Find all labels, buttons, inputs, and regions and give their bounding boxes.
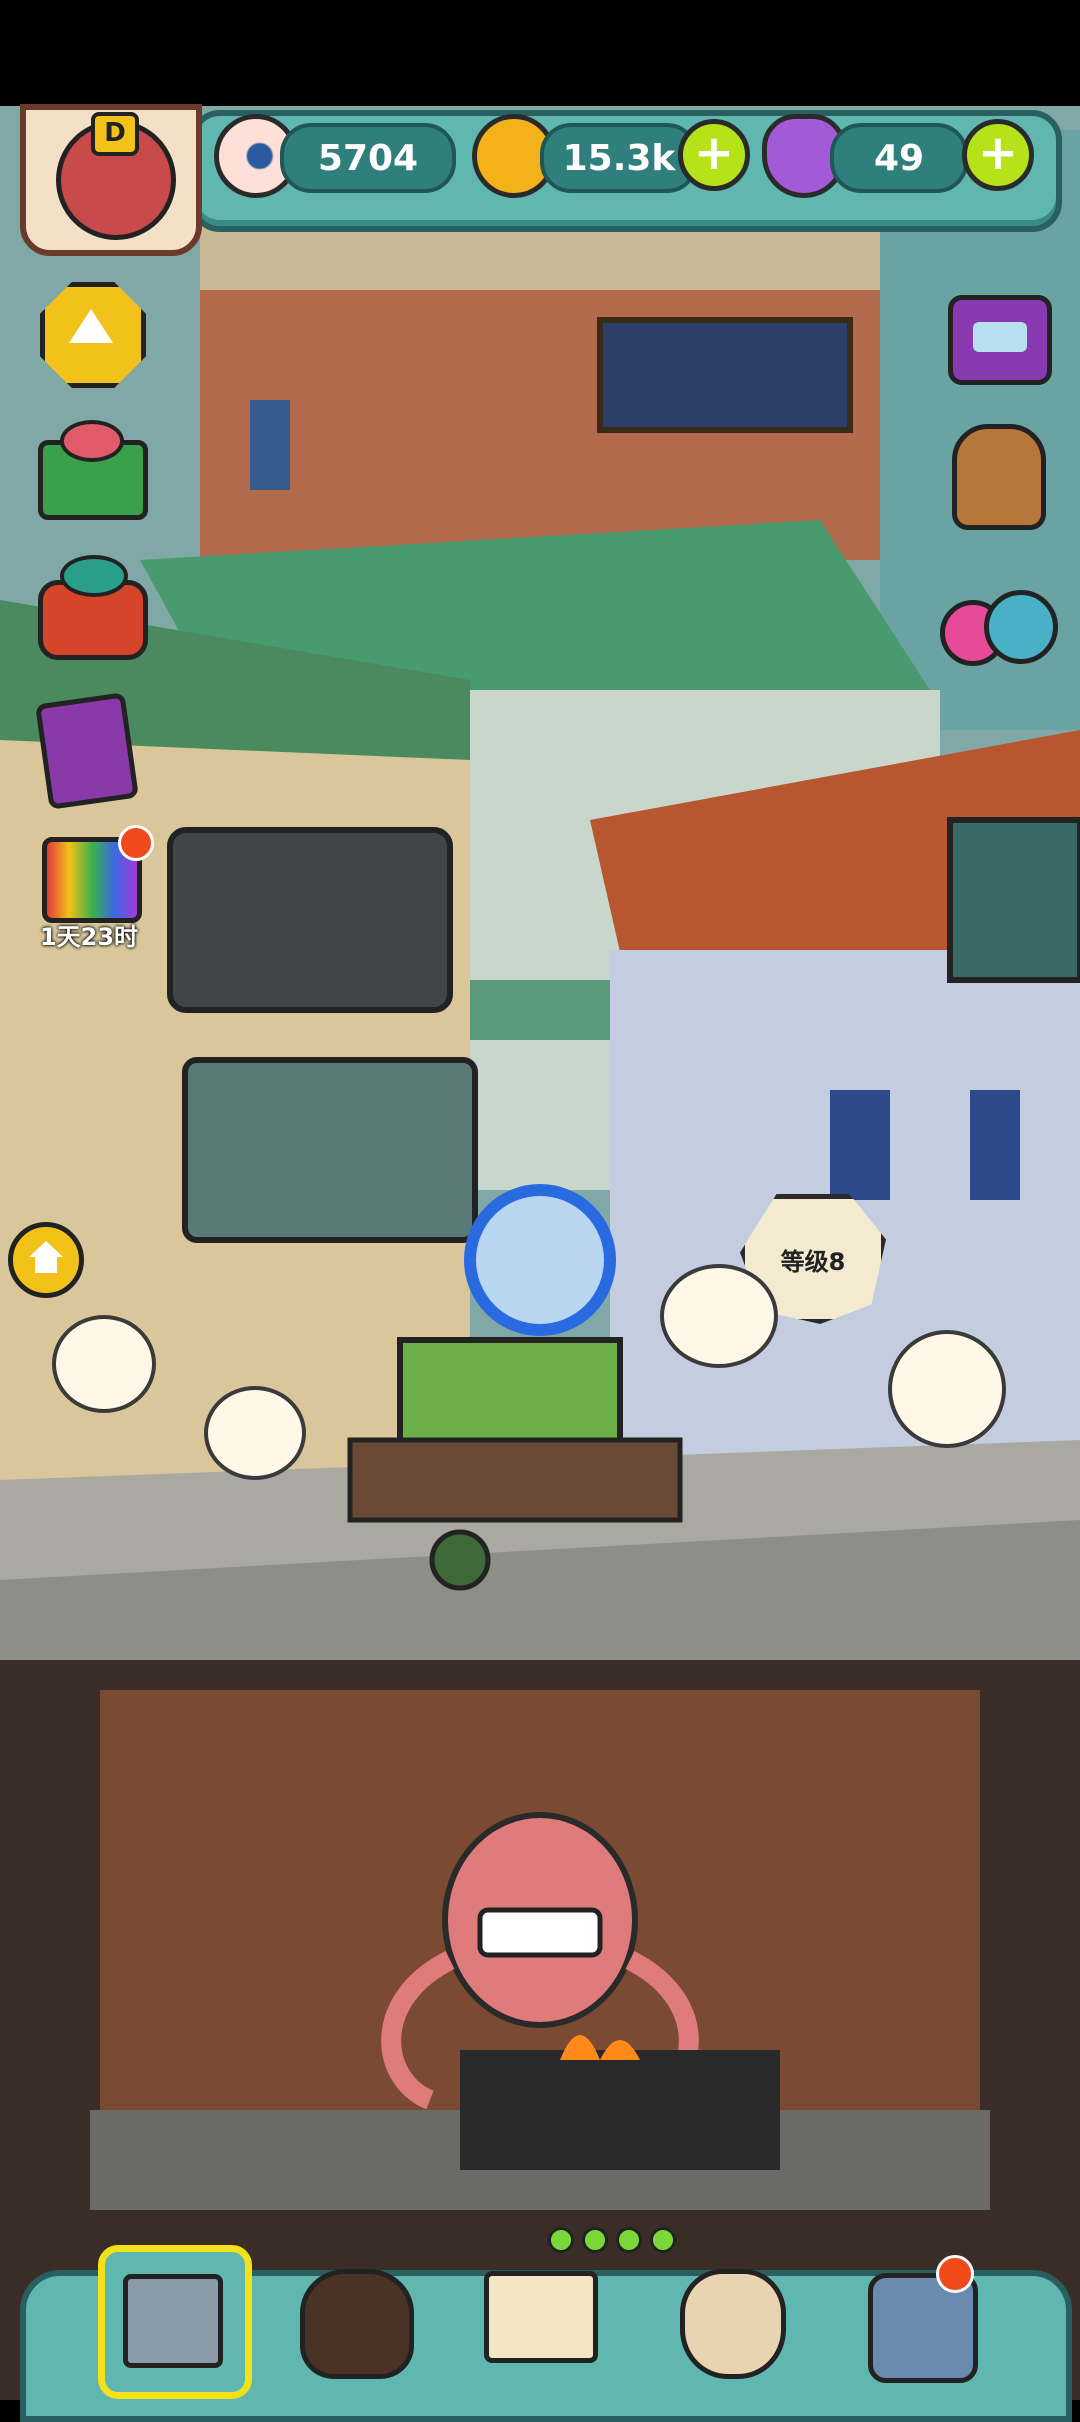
- scene-art: [0, 0, 1080, 2400]
- money-bag-icon: [680, 2269, 786, 2379]
- coins-counter: 15.3k: [540, 123, 698, 193]
- add-potions-button[interactable]: +: [962, 119, 1034, 191]
- nav-recipe-book-button[interactable]: [480, 2245, 620, 2385]
- leaf-icon: [60, 555, 128, 597]
- level-text: 等级8: [780, 1247, 846, 1276]
- limited-event-button[interactable]: 1天23时: [30, 825, 154, 955]
- gift-bow-icon: [60, 420, 124, 462]
- house-icon: [29, 1241, 63, 1257]
- fruit-pack-button[interactable]: [30, 550, 150, 660]
- home-button[interactable]: [8, 1222, 84, 1298]
- add-coins-button[interactable]: +: [678, 119, 750, 191]
- house-body-icon: [35, 1257, 57, 1273]
- customer-bubble-3[interactable]: [660, 1264, 778, 1368]
- play-icon: [973, 322, 1027, 352]
- arrow-up-icon: [69, 309, 113, 343]
- customer-bubble-4[interactable]: [888, 1330, 1006, 1448]
- tv-icon: [948, 295, 1052, 385]
- backpack-button[interactable]: [942, 420, 1062, 530]
- notification-dot: [118, 825, 154, 861]
- book-icon: [484, 2271, 598, 2363]
- nav-monster-button[interactable]: [288, 2245, 428, 2385]
- eyes-value: 5704: [317, 137, 419, 179]
- game-scene: [0, 0, 1080, 2400]
- rank-badge-icon: D: [91, 112, 139, 156]
- player-avatar[interactable]: D: [20, 104, 202, 256]
- card-icon: [35, 692, 139, 810]
- teal-monster-icon: [984, 590, 1058, 664]
- nav-coin-bag-button[interactable]: [670, 2245, 810, 2385]
- video-ad-button[interactable]: [940, 285, 1060, 395]
- backpack-icon: [952, 424, 1046, 530]
- fire-monster-icon: [300, 2269, 414, 2379]
- card-pack-button[interactable]: [30, 690, 150, 810]
- potions-value: 49: [873, 137, 925, 179]
- nav-menu-button[interactable]: [860, 2245, 1000, 2385]
- monster-eggs-button[interactable]: [940, 560, 1060, 670]
- notification-dot: [936, 2255, 974, 2293]
- restaurant-icon: [123, 2274, 223, 2368]
- customer-bubble-2[interactable]: [204, 1386, 306, 1480]
- potions-counter: 49: [830, 123, 968, 193]
- eyes-counter: 5704: [280, 123, 456, 193]
- coins-value: 15.3k: [562, 137, 676, 179]
- event-timer: 1天23时: [39, 923, 139, 951]
- nav-restaurant-button[interactable]: [98, 2245, 252, 2399]
- customer-bubble-1[interactable]: [52, 1315, 156, 1413]
- gift-box-button[interactable]: [30, 420, 150, 530]
